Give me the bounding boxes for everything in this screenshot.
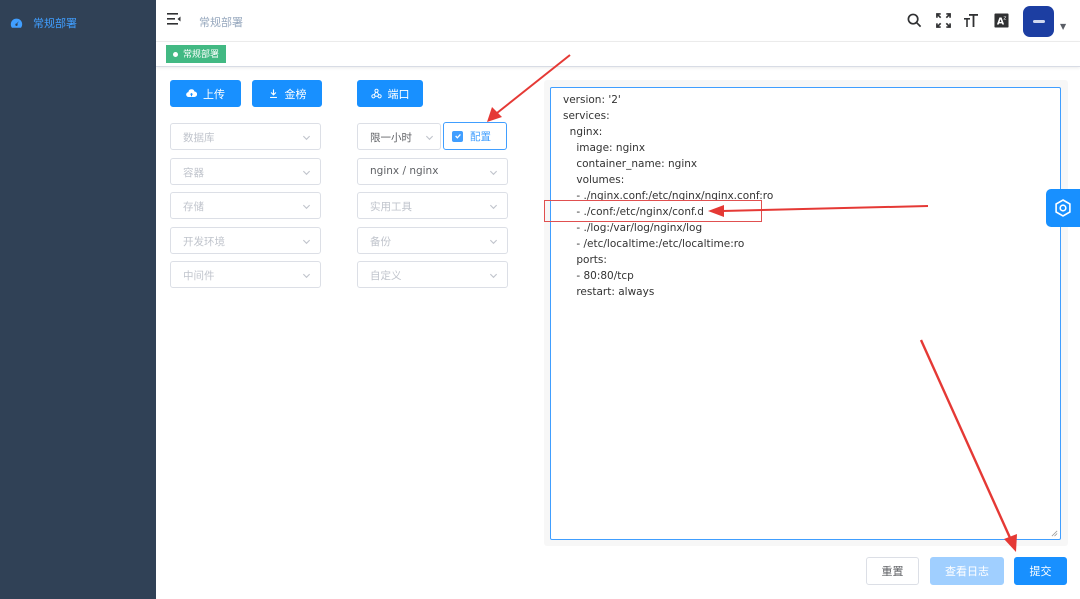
checkbox-checked-icon (452, 130, 463, 142)
submit-label: 提交 (1029, 565, 1052, 578)
code-line: ports: (563, 254, 607, 266)
chevron-down-icon (489, 239, 498, 245)
translate-icon[interactable]: Az (992, 11, 1010, 29)
chevron-down-icon (302, 204, 311, 210)
code-line: - /etc/localtime:/etc/localtime:ro (563, 238, 745, 250)
cloud-upload-icon (186, 89, 197, 97)
config-checkbox-label: 配置 (470, 130, 491, 143)
port-button[interactable]: 端口 (357, 80, 423, 107)
chevron-down-icon (302, 273, 311, 279)
view-log-label: 查看日志 (945, 565, 989, 578)
code-line: services: (563, 110, 610, 122)
chevron-down-icon (302, 239, 311, 245)
select-service-value: nginx / nginx (370, 165, 439, 177)
select-storage-placeholder: 存储 (183, 201, 204, 213)
upload-button[interactable]: 上传 (170, 80, 241, 107)
chevron-down-icon (302, 135, 311, 141)
chevron-down-icon (489, 273, 498, 279)
submit-button[interactable]: 提交 (1014, 557, 1067, 585)
share-icon (370, 88, 382, 99)
highlight-box (544, 200, 762, 222)
config-checkbox[interactable]: 配置 (443, 122, 507, 150)
gold-label: 金榜 (284, 87, 307, 101)
hamburger-icon[interactable] (167, 12, 181, 26)
tags-view: 常规部署 (156, 42, 1080, 67)
select-database-placeholder: 数据库 (183, 132, 215, 144)
select-middleware-placeholder: 中间件 (183, 270, 215, 282)
sidebar-item-label: 常规部署 (33, 17, 77, 30)
search-icon[interactable] (905, 11, 923, 29)
select-storage[interactable]: 存储 (170, 192, 321, 219)
code-line: nginx: (563, 126, 603, 138)
reset-button[interactable]: 重置 (866, 557, 919, 585)
chevron-down-icon (425, 135, 434, 141)
select-custom-placeholder: 自定义 (370, 270, 402, 282)
select-backup[interactable]: 备份 (357, 227, 508, 254)
avatar[interactable] (1023, 6, 1054, 37)
font-size-icon[interactable] (962, 11, 980, 29)
fullscreen-icon[interactable] (934, 11, 952, 29)
select-utilities[interactable]: 实用工具 (357, 192, 508, 219)
select-database[interactable]: 数据库 (170, 123, 321, 150)
select-container[interactable]: 容器 (170, 158, 321, 185)
sidebar-item-deploy[interactable]: 常规部署 (0, 10, 156, 36)
dashboard-icon (10, 18, 23, 28)
select-dev-env-placeholder: 开发环境 (183, 236, 225, 248)
chevron-down-icon (302, 170, 311, 176)
select-time-limit[interactable]: 限一小时 (357, 123, 441, 150)
svg-text:z: z (1003, 15, 1006, 21)
select-middleware[interactable]: 中间件 (170, 261, 321, 288)
navbar: 常规部署 Az ▼ (156, 0, 1080, 42)
select-time-limit-value: 限一小时 (370, 132, 412, 144)
settings-icon (1055, 199, 1071, 217)
chevron-down-icon (489, 170, 498, 176)
sidebar: 常规部署 (0, 0, 156, 599)
view-log-button[interactable]: 查看日志 (930, 557, 1004, 585)
tag-active[interactable]: 常规部署 (166, 45, 227, 63)
compose-editor[interactable]: version: '2' services: nginx: image: ngi… (550, 87, 1061, 540)
reset-label: 重置 (881, 565, 904, 578)
select-utilities-placeholder: 实用工具 (370, 201, 412, 213)
port-label: 端口 (387, 87, 410, 101)
settings-float-button[interactable] (1046, 189, 1080, 227)
resize-handle-icon[interactable] (1051, 530, 1058, 537)
code-line: image: nginx (563, 142, 646, 154)
select-custom[interactable]: 自定义 (357, 261, 508, 288)
select-backup-placeholder: 备份 (370, 236, 391, 248)
gold-button[interactable]: 金榜 (252, 80, 322, 107)
upload-label: 上传 (203, 87, 225, 101)
code-line: restart: always (563, 286, 655, 298)
avatar-caret-icon[interactable]: ▼ (1060, 22, 1066, 31)
select-dev-env[interactable]: 开发环境 (170, 227, 321, 254)
code-line: container_name: nginx (563, 158, 698, 170)
select-container-placeholder: 容器 (183, 167, 204, 179)
code-line: - 80:80/tcp (563, 270, 634, 282)
code-line: - ./log:/var/log/nginx/log (563, 222, 703, 234)
breadcrumb[interactable]: 常规部署 (199, 14, 243, 30)
select-service[interactable]: nginx / nginx (357, 158, 508, 185)
code-line: version: '2' (563, 94, 621, 106)
download-icon (269, 89, 277, 98)
code-line: volumes: (563, 174, 625, 186)
chevron-down-icon (489, 204, 498, 210)
